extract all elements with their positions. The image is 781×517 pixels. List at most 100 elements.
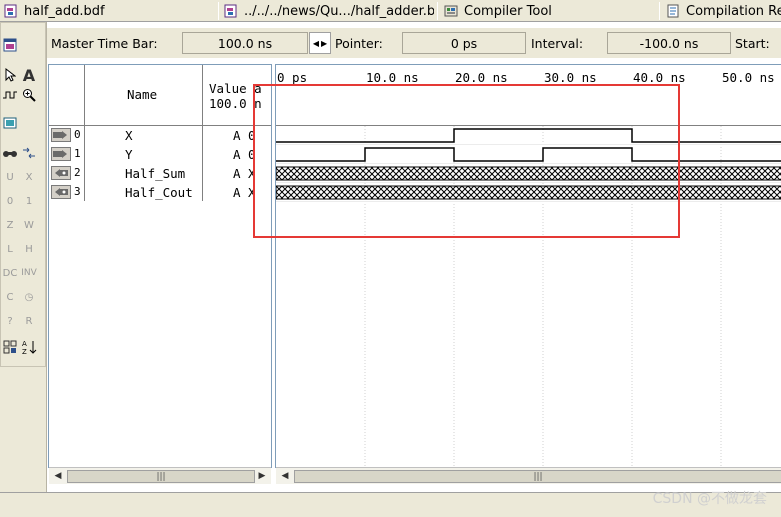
scroll-thumb[interactable]: |||	[67, 470, 255, 483]
master-time-bar-field[interactable]: 100.0 ns	[182, 32, 308, 54]
scroll-grip: |||	[533, 471, 543, 482]
signal-index: 2	[74, 166, 81, 179]
forcing-unknown-icon[interactable]: X	[20, 168, 38, 186]
signal-row[interactable]: 0 X A 0	[49, 126, 271, 145]
signal-list-pane: Name Value a 100.0 n 0 X A 0 1 Y A 0 2 Half_Sum…	[48, 64, 272, 484]
signal-list-hscrollbar[interactable]: ◀ ||| ▶	[49, 467, 271, 484]
signal-row[interactable]: 3 Half_Cout A X	[49, 183, 271, 202]
waveform-unknown-half_cout	[276, 185, 781, 200]
master-time-bar-stepper[interactable]: ◀ ▶	[309, 32, 331, 54]
timeline-tick-label: 40.0 ns	[633, 70, 686, 85]
weak-unknown-icon[interactable]: W	[20, 216, 38, 234]
output-pin-icon	[51, 185, 71, 199]
waveform-trace-y	[276, 147, 781, 162]
tab-label: ../../../news/Qu.../half_adder.bdf	[244, 3, 434, 19]
compiler-tool-icon	[444, 5, 458, 17]
clock-icon[interactable]: ◷	[20, 288, 38, 306]
name-column-header[interactable]: Name	[127, 87, 157, 102]
signal-index: 1	[74, 147, 81, 160]
document-tab-bar: half_add.bdf ../../../news/Qu.../half_ad…	[0, 0, 781, 22]
waveform-hscrollbar[interactable]: ◀ |||	[276, 467, 781, 484]
tab-compilation-report[interactable]: Compilation Re	[666, 1, 781, 21]
master-time-bar-label: Master Time Bar:	[51, 36, 158, 51]
master-time-bar-value: 100.0 ns	[217, 35, 273, 51]
tab-label: Compilation Re	[686, 3, 781, 19]
dont-care-icon[interactable]: DC	[1, 264, 19, 282]
interval-value: -100.0 ns	[639, 35, 699, 51]
signal-value: A X	[233, 166, 255, 181]
replace-icon[interactable]	[20, 144, 38, 162]
full-screen-icon[interactable]	[1, 114, 19, 132]
arbitrary-value-icon[interactable]: ?	[1, 312, 19, 330]
interval-field[interactable]: -100.0 ns	[607, 32, 731, 54]
selection-arrow-icon[interactable]	[1, 66, 19, 84]
signal-row[interactable]: 1 Y A 0	[49, 145, 271, 164]
timeline-tick-label: 50.0 ns	[722, 70, 775, 85]
scroll-grip: |||	[156, 471, 166, 482]
text-tool-icon[interactable]: A	[20, 66, 38, 85]
signal-index: 3	[74, 185, 81, 198]
waveform-trace-x	[276, 128, 781, 143]
step-left-icon[interactable]: ◀	[313, 39, 319, 48]
timeline-ruler[interactable]: 0 ps 10.0 ns 20.0 ns 30.0 ns 40.0 ns 50.0 ns	[276, 65, 781, 126]
tab-half-adder-bdf[interactable]: ../../../news/Qu.../half_adder.bdf	[224, 1, 434, 21]
pointer-field[interactable]: 0 ps	[402, 32, 526, 54]
waveform-canvas[interactable]	[276, 126, 781, 466]
signal-name: Y	[125, 147, 133, 162]
scroll-right-icon[interactable]: ▶	[255, 469, 269, 483]
step-right-icon[interactable]: ▶	[321, 39, 327, 48]
watermark: CSDN @不做龙套	[652, 491, 767, 507]
scroll-thumb[interactable]: |||	[294, 470, 781, 483]
interval-label: Interval:	[531, 36, 584, 51]
waveform-tool-strip: A U X 0 1 Z W L H DC INV C ◷ ? R AZ	[0, 22, 47, 492]
waveform-editing-icon[interactable]	[1, 86, 19, 104]
count-value-icon[interactable]: C	[1, 288, 19, 306]
zoom-icon[interactable]	[20, 86, 38, 104]
master-time-bar-row: Master Time Bar: 100.0 ns ◀ ▶ Pointer: 0 …	[47, 28, 781, 58]
signal-index: 0	[74, 128, 81, 141]
random-value-icon[interactable]: R	[20, 312, 38, 330]
start-label: Start:	[735, 36, 770, 51]
waveform-pane[interactable]: 0 ps 10.0 ns 20.0 ns 30.0 ns 40.0 ns 50.0 ns …	[275, 64, 781, 484]
tab-divider	[218, 2, 219, 20]
value-column-header[interactable]: Value a 100.0 n	[209, 81, 271, 111]
input-pin-icon	[51, 147, 71, 161]
tab-half-add-bdf[interactable]: half_add.bdf	[4, 1, 214, 21]
uninitialized-value-icon[interactable]: U	[1, 168, 19, 186]
signal-row[interactable]: 2 Half_Sum A X	[49, 164, 271, 183]
timeline-tick-label: 30.0 ns	[544, 70, 597, 85]
pointer-label: Pointer:	[335, 36, 383, 51]
timeline-tick-label: 0 ps	[277, 70, 308, 85]
waveform-unknown-half_sum	[276, 166, 781, 181]
snap-to-grid-icon[interactable]	[1, 338, 19, 356]
high-impedance-icon[interactable]: Z	[1, 216, 19, 234]
compilation-report-icon	[667, 4, 679, 18]
output-pin-icon	[51, 166, 71, 180]
tab-compiler-tool[interactable]: Compiler Tool	[444, 1, 654, 21]
wave-traces	[276, 128, 781, 202]
tab-divider	[437, 2, 438, 20]
forcing-high-icon[interactable]: 1	[20, 192, 38, 210]
signal-value: A 0	[233, 147, 255, 162]
timeline-tick-label: 10.0 ns	[366, 70, 419, 85]
sort-icon[interactable]: AZ	[20, 338, 38, 356]
weak-low-icon[interactable]: L	[1, 240, 19, 258]
signal-value: A 0	[233, 128, 255, 143]
scroll-left-icon[interactable]: ◀	[51, 469, 65, 483]
signal-name: Half_Sum	[125, 166, 186, 181]
pointer-value: 0 ps	[450, 35, 478, 51]
invert-icon[interactable]: INV	[20, 264, 38, 282]
value-header-title: Value a	[209, 81, 262, 96]
forcing-low-icon[interactable]: 0	[1, 192, 19, 210]
tab-divider	[659, 2, 660, 20]
bdf-file-icon	[224, 4, 237, 18]
window-icon[interactable]	[1, 36, 19, 54]
tab-label: Compiler Tool	[464, 3, 552, 19]
signal-list-header: Name Value a 100.0 n	[49, 65, 271, 126]
weak-high-icon[interactable]: H	[20, 240, 38, 258]
timeline-tick-label: 20.0 ns	[455, 70, 508, 85]
find-icon[interactable]	[1, 144, 19, 162]
signal-name: X	[125, 128, 133, 143]
svg-text:A: A	[22, 340, 27, 348]
scroll-left-icon[interactable]: ◀	[278, 469, 292, 483]
